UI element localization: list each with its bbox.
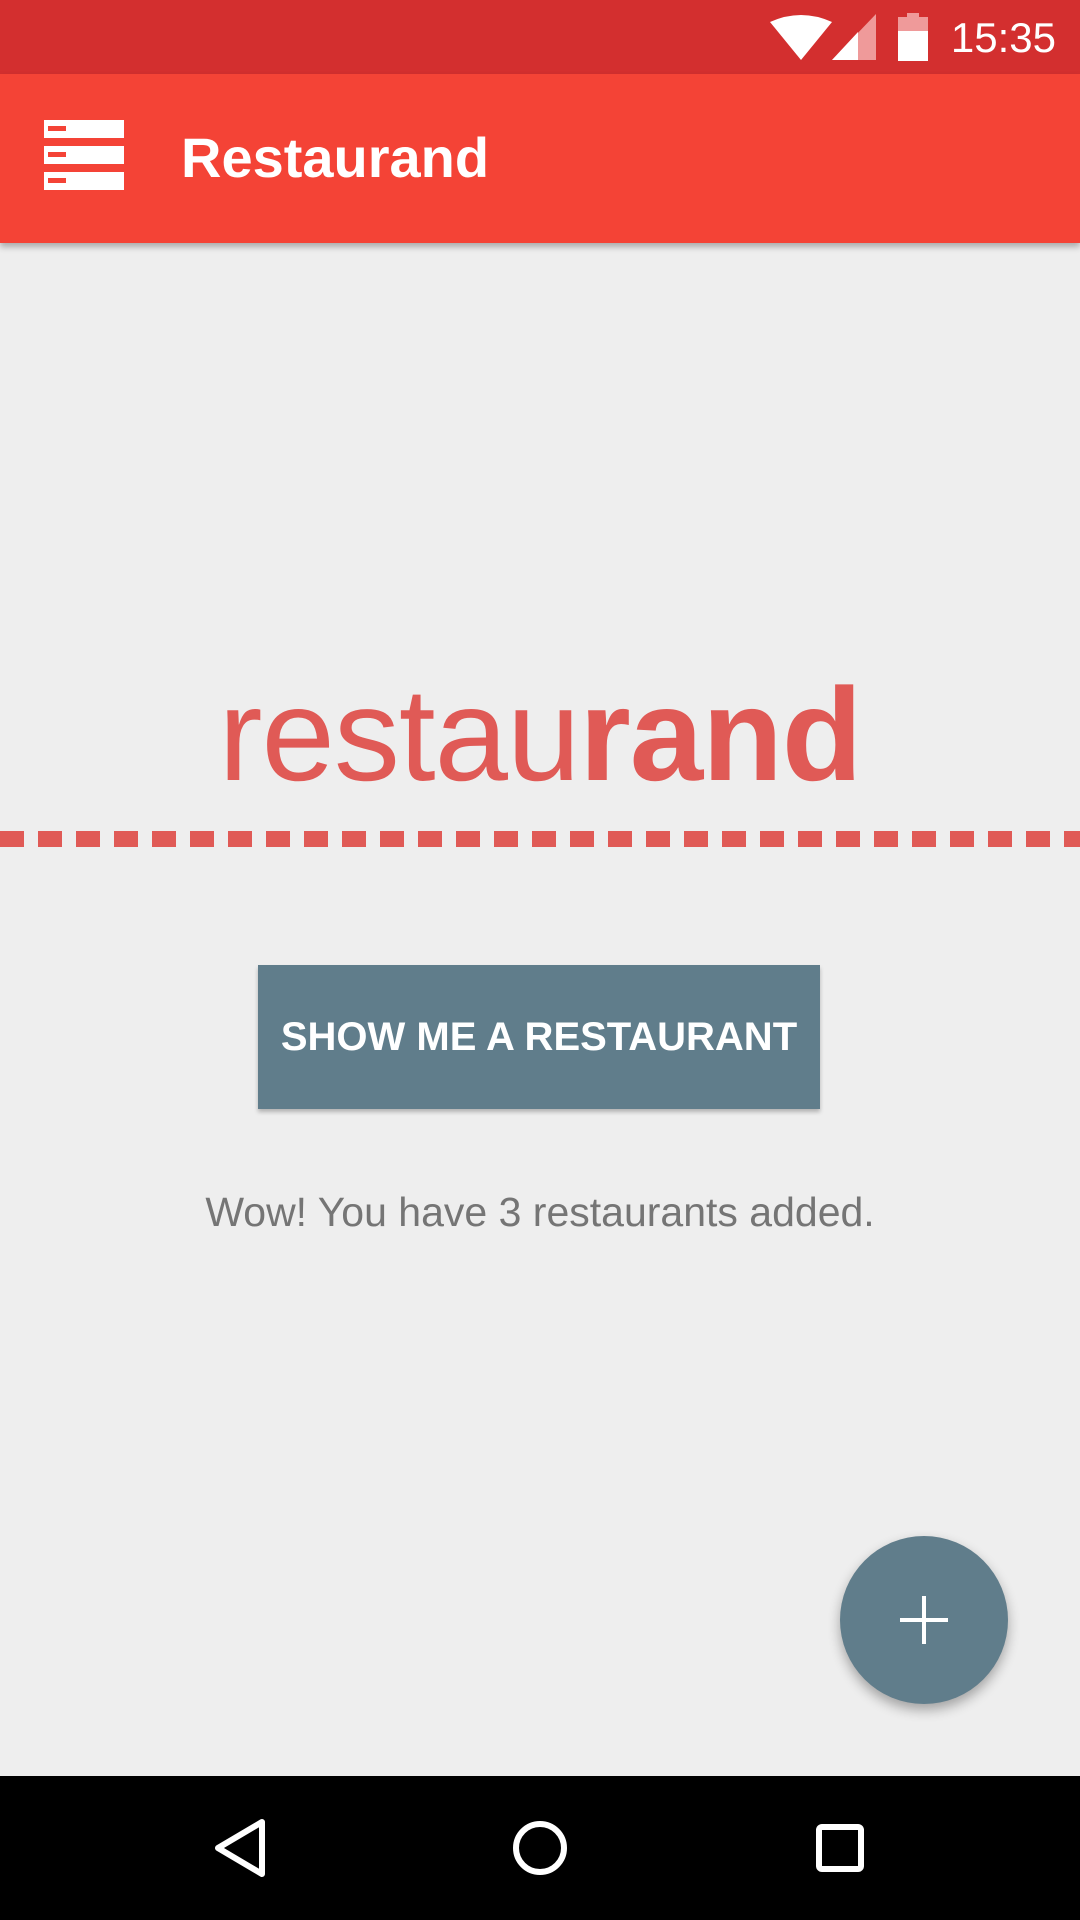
status-bar: 15:35 bbox=[0, 0, 1080, 74]
status-time: 15:35 bbox=[950, 14, 1056, 61]
logo-text-bold: rand bbox=[579, 661, 862, 808]
restaurant-count-message: Wow! You have 3 restaurants added. bbox=[205, 1189, 875, 1235]
show-restaurant-button[interactable]: SHOW ME A RESTAURANT bbox=[258, 965, 820, 1109]
add-restaurant-fab[interactable] bbox=[840, 1536, 1008, 1704]
logo: restaurand bbox=[0, 660, 1080, 810]
back-icon bbox=[215, 1819, 265, 1877]
logo-text-light: restau bbox=[218, 661, 581, 808]
app-title: Restaurand bbox=[181, 126, 490, 189]
menu-icon bbox=[44, 120, 124, 190]
battery-icon bbox=[898, 13, 928, 61]
system-nav-bar bbox=[0, 1776, 1080, 1920]
home-icon bbox=[513, 1821, 567, 1875]
wifi-icon bbox=[770, 15, 832, 60]
app-bar: Restaurand bbox=[0, 74, 1080, 243]
plus-icon bbox=[900, 1596, 948, 1644]
recents-icon bbox=[816, 1824, 864, 1872]
recents-button[interactable] bbox=[790, 1798, 890, 1898]
dashed-divider bbox=[0, 831, 1080, 847]
cell-signal-icon bbox=[832, 14, 876, 60]
back-button[interactable] bbox=[190, 1798, 290, 1898]
menu-button[interactable] bbox=[28, 108, 138, 208]
home-button[interactable] bbox=[490, 1798, 590, 1898]
logo-wordmark: restaurand bbox=[218, 660, 863, 810]
